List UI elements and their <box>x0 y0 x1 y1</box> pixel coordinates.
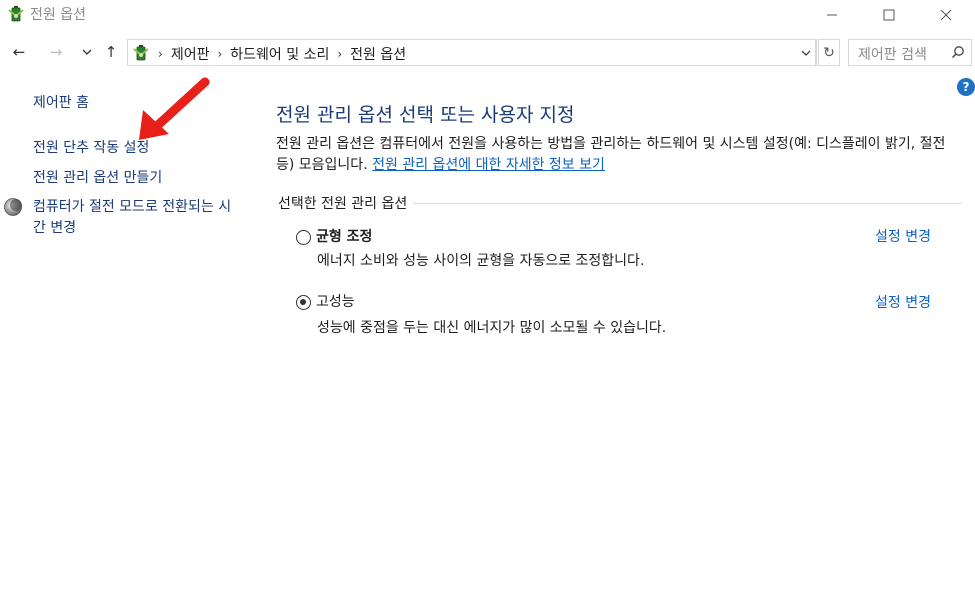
up-button[interactable]: ↑ <box>100 42 122 62</box>
breadcrumb-hardware-sound[interactable]: 하드웨어 및 소리 <box>230 44 329 64</box>
sidebar-item-control-panel-home[interactable]: 제어판 홈 <box>33 92 89 112</box>
forward-arrow-icon: → <box>49 43 63 61</box>
minimize-icon <box>827 14 837 16</box>
minimize-button[interactable] <box>809 0 855 30</box>
red-arrow-icon <box>139 77 210 140</box>
close-icon <box>940 9 952 21</box>
close-button[interactable] <box>923 0 969 30</box>
refresh-icon: ↻ <box>823 44 835 61</box>
sidebar-item-sleep-time[interactable]: 컴퓨터가 절전 모드로 전환되는 시간 변경 <box>33 197 238 239</box>
search-box[interactable]: 제어판 검색 <box>848 39 972 66</box>
plan-radio-high-performance[interactable] <box>296 295 311 310</box>
control-panel-icon <box>133 45 149 61</box>
breadcrumb-separator[interactable]: › <box>337 47 342 61</box>
breadcrumb: › 제어판 › 하드웨어 및 소리 › 전원 옵션 <box>156 44 406 64</box>
plan-description-balanced: 에너지 소비와 성능 사이의 균형을 자동으로 조정합니다. <box>317 253 645 269</box>
page-title: 전원 관리 옵션 선택 또는 사용자 지정 <box>276 104 575 126</box>
refresh-button[interactable]: ↻ <box>818 39 840 66</box>
maximize-button[interactable] <box>866 0 912 30</box>
sleep-moon-icon <box>4 198 22 216</box>
recent-locations-button[interactable] <box>76 42 98 62</box>
maximize-icon <box>883 9 895 21</box>
breadcrumb-separator[interactable]: › <box>158 47 163 61</box>
help-icon[interactable]: ? <box>957 78 975 96</box>
plan-radio-balanced[interactable] <box>296 230 311 245</box>
change-settings-link-high-performance[interactable]: 설정 변경 <box>875 292 931 312</box>
forward-button[interactable]: → <box>45 42 67 62</box>
change-settings-link-balanced[interactable]: 설정 변경 <box>875 226 931 246</box>
search-icon <box>951 46 964 59</box>
search-placeholder: 제어판 검색 <box>858 47 927 63</box>
more-info-link[interactable]: 전원 관리 옵션에 대한 자세한 정보 보기 <box>372 157 605 173</box>
breadcrumb-control-panel[interactable]: 제어판 <box>171 44 210 64</box>
chevron-down-icon <box>82 49 92 55</box>
up-arrow-icon: ↑ <box>104 43 118 61</box>
selected-plans-heading: 선택한 전원 관리 옵션 <box>278 193 414 213</box>
back-arrow-icon: ← <box>12 43 26 61</box>
breadcrumb-power-options[interactable]: 전원 옵션 <box>350 44 406 64</box>
back-button[interactable]: ← <box>8 42 30 62</box>
sidebar-item-power-buttons[interactable]: 전원 단추 작동 설정 <box>33 137 149 157</box>
breadcrumb-separator[interactable]: › <box>217 47 222 61</box>
address-history-dropdown[interactable] <box>796 39 816 66</box>
plan-name-high-performance[interactable]: 고성능 <box>316 291 355 311</box>
address-bar[interactable]: › 제어판 › 하드웨어 및 소리 › 전원 옵션 <box>127 39 817 66</box>
plan-description-high-performance: 성능에 중점을 두는 대신 에너지가 많이 소모될 수 있습니다. <box>317 320 667 336</box>
title-bar: 전원 옵션 <box>0 0 975 30</box>
window-title: 전원 옵션 <box>30 7 86 23</box>
navigation-bar: ← → ↑ › 제어판 › 하드웨어 및 소리 › 전원 옵션 ↻ 제어판 검색 <box>0 36 975 68</box>
power-options-app-icon <box>8 6 24 22</box>
chevron-down-icon <box>801 50 810 56</box>
sidebar-item-create-plan[interactable]: 전원 관리 옵션 만들기 <box>33 167 162 187</box>
page-description: 전원 관리 옵션은 컴퓨터에서 전원을 사용하는 방법을 관리하는 하드웨어 및… <box>276 134 964 176</box>
plan-name-balanced[interactable]: 균형 조정 <box>316 226 372 246</box>
